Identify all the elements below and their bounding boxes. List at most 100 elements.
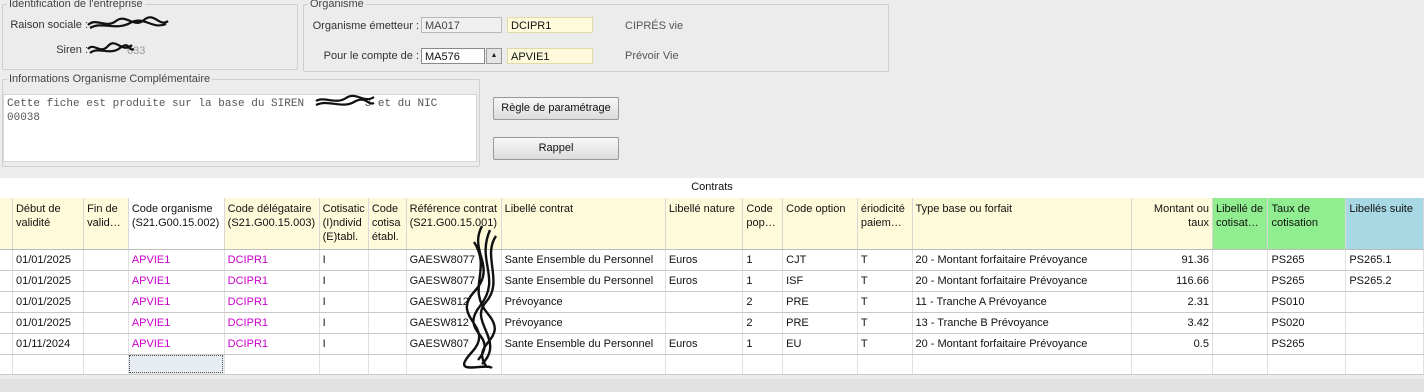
table-cell[interactable] [319, 354, 369, 375]
new-row[interactable] [0, 354, 1424, 375]
regle-de-parametrage-button[interactable]: Règle de paramétrage [493, 97, 619, 120]
table-cell[interactable]: Prévoyance [501, 312, 666, 334]
table-cell[interactable] [0, 291, 13, 313]
col-header-libelle-nature[interactable]: Libellé nature [665, 198, 744, 250]
table-cell[interactable]: T [857, 291, 913, 313]
selected-cell[interactable] [128, 354, 225, 375]
col-header-libelle-cotisation[interactable]: Libellé de cotisat… [1212, 198, 1269, 250]
table-cell[interactable]: T [857, 270, 913, 292]
table-cell[interactable]: 13 - Tranche B Prévoyance [912, 312, 1132, 334]
table-cell[interactable]: T [857, 333, 913, 355]
table-cell[interactable]: 01/01/2025 [12, 249, 85, 271]
table-cell[interactable] [1131, 354, 1213, 375]
table-cell[interactable] [1267, 354, 1347, 375]
table-cell[interactable] [1345, 312, 1424, 334]
organisme-emetteur-ref-field[interactable]: DCIPR1 [507, 17, 593, 33]
table-cell[interactable]: T [857, 249, 913, 271]
table-cell[interactable]: PS265 [1267, 333, 1347, 355]
table-cell[interactable]: 116.66 [1131, 270, 1213, 292]
table-cell[interactable]: Euros [665, 270, 744, 292]
table-row[interactable]: 01/01/2025 APVIE1 DCIPR1 I GAESW8077 Sante En… [0, 270, 1424, 292]
table-cell[interactable]: 2 [742, 312, 784, 334]
table-cell[interactable]: PS265 [1267, 249, 1347, 271]
table-cell[interactable] [501, 354, 666, 375]
table-cell[interactable] [912, 354, 1132, 375]
table-cell[interactable]: 2.31 [1131, 291, 1213, 313]
table-cell[interactable] [0, 312, 13, 334]
table-cell[interactable]: DCIPR1 [224, 249, 320, 271]
col-header-code-delegataire[interactable]: Code délégataire (S21.G00.15.003) [224, 198, 320, 250]
table-cell[interactable] [1212, 291, 1269, 313]
table-cell[interactable] [83, 333, 129, 355]
table-cell[interactable] [742, 354, 784, 375]
grid-horizontal-scrollbar[interactable] [0, 379, 1424, 392]
table-cell[interactable] [368, 312, 407, 334]
table-cell[interactable] [368, 354, 407, 375]
table-cell[interactable]: ISF [782, 270, 858, 292]
table-cell[interactable]: Euros [665, 333, 744, 355]
table-cell[interactable] [12, 354, 85, 375]
table-cell[interactable]: EU [782, 333, 858, 355]
table-cell[interactable]: 01/11/2024 [12, 333, 85, 355]
table-cell[interactable]: 20 - Montant forfaitaire Prévoyance [912, 270, 1132, 292]
table-cell[interactable] [224, 354, 320, 375]
table-cell[interactable] [665, 312, 744, 334]
table-cell[interactable]: 1 [742, 333, 784, 355]
col-header-fin-validite[interactable]: Fin de valid… [83, 198, 129, 250]
col-header-montant-ou-taux[interactable]: Montant ou taux [1131, 198, 1213, 250]
table-cell[interactable]: APVIE1 [128, 270, 225, 292]
table-cell[interactable] [0, 333, 13, 355]
table-cell[interactable]: I [319, 333, 369, 355]
table-cell[interactable]: APVIE1 [128, 333, 225, 355]
table-cell[interactable]: 20 - Montant forfaitaire Prévoyance [912, 333, 1132, 355]
table-cell[interactable] [83, 312, 129, 334]
table-cell[interactable] [83, 291, 129, 313]
table-cell[interactable] [1345, 333, 1424, 355]
table-cell[interactable] [368, 291, 407, 313]
table-cell[interactable] [83, 270, 129, 292]
table-cell[interactable] [0, 354, 13, 375]
info-textarea[interactable]: Cette fiche est produite sur la base du … [3, 94, 477, 162]
table-cell[interactable] [368, 333, 407, 355]
pour-le-compte-ref-field[interactable]: APVIE1 [507, 48, 593, 64]
col-header-cotisation-indiv-etabl[interactable]: Cotisatic (I)ndivid (E)tabl. [319, 198, 369, 250]
rappel-button[interactable]: Rappel [493, 137, 619, 160]
table-cell[interactable]: 1 [742, 249, 784, 271]
col-header-code-population[interactable]: Code pop… [742, 198, 784, 250]
table-cell[interactable] [368, 270, 407, 292]
col-header-taux-cotisation[interactable]: Taux de cotisation [1267, 198, 1347, 250]
table-cell[interactable] [0, 249, 13, 271]
table-cell[interactable]: 91.36 [1131, 249, 1213, 271]
organisme-emetteur-code-field[interactable]: MA017 [421, 17, 502, 33]
table-cell[interactable]: Sante Ensemble du Personnel [501, 249, 666, 271]
table-cell[interactable] [1212, 354, 1269, 375]
table-cell[interactable]: 01/01/2025 [12, 291, 85, 313]
col-header-debut-validite[interactable]: Début de validité [12, 198, 85, 250]
table-cell[interactable]: T [857, 312, 913, 334]
table-cell[interactable]: 3.42 [1131, 312, 1213, 334]
col-header-periodicite-paiement[interactable]: ériodicité paiem… [857, 198, 913, 250]
col-header-code-cotisation-etabl[interactable]: Code cotisa établ. [368, 198, 407, 250]
col-header-type-base[interactable]: Type base ou forfait [912, 198, 1132, 250]
table-cell[interactable] [1345, 354, 1424, 375]
table-cell[interactable]: DCIPR1 [224, 333, 320, 355]
table-cell[interactable]: PS020 [1267, 312, 1347, 334]
pour-le-compte-code-field[interactable]: MA576 [421, 48, 485, 64]
table-cell[interactable]: 2 [742, 291, 784, 313]
table-cell[interactable] [1212, 249, 1269, 271]
table-cell[interactable]: PRE [782, 312, 858, 334]
table-cell[interactable]: Sante Ensemble du Personnel [501, 270, 666, 292]
col-header-code-organisme[interactable]: Code organisme (S21.G00.15.002) [128, 198, 225, 250]
table-cell[interactable]: PS265.2 [1345, 270, 1424, 292]
table-cell[interactable] [665, 291, 744, 313]
table-row[interactable]: 01/01/2025 APVIE1 DCIPR1 I GAESW812 Prévoyanc… [0, 291, 1424, 313]
table-cell[interactable]: PS010 [1267, 291, 1347, 313]
table-cell[interactable]: I [319, 312, 369, 334]
chevron-up-icon[interactable]: ▲ [486, 48, 502, 64]
table-cell[interactable]: APVIE1 [128, 291, 225, 313]
table-cell[interactable] [0, 270, 13, 292]
col-header-code-option[interactable]: Code option [782, 198, 858, 250]
table-cell[interactable]: I [319, 291, 369, 313]
table-cell[interactable]: Sante Ensemble du Personnel [501, 333, 666, 355]
table-cell[interactable]: I [319, 249, 369, 271]
